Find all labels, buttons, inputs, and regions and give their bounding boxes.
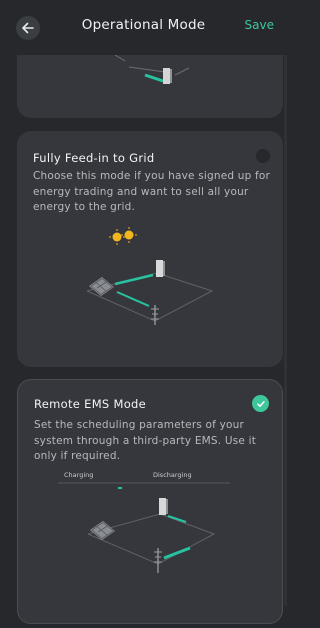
mode-card-remote-ems[interactable]: Remote EMS Mode Set the scheduling param… xyxy=(17,379,283,624)
system-illustration xyxy=(58,482,230,573)
checkmark-icon xyxy=(256,400,265,407)
sun-icon xyxy=(121,227,137,243)
save-button[interactable]: Save xyxy=(245,18,274,32)
mode-radio-selected[interactable] xyxy=(252,395,269,412)
sun-icon xyxy=(109,229,125,245)
mode-card-feed-in[interactable]: Fully Feed-in to Grid Choose this mode i… xyxy=(17,131,283,367)
mode-title: Fully Feed-in to Grid xyxy=(33,151,155,165)
system-illustration xyxy=(86,227,214,325)
mode-title: Remote EMS Mode xyxy=(34,397,147,411)
mode-radio[interactable] xyxy=(256,149,270,163)
scrollbar[interactable] xyxy=(284,40,287,606)
app-header: Operational Mode Save xyxy=(0,0,287,55)
mode-description: Choose this mode if you have signed up f… xyxy=(33,170,271,213)
mode-description: Set the scheduling parameters of your sy… xyxy=(34,419,257,462)
